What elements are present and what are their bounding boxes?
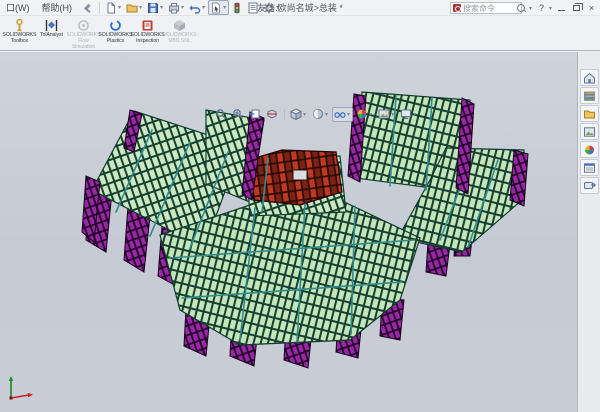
- addin-flow-simulation-button[interactable]: SOLIDWORKS Flow Simulation: [68, 19, 99, 50]
- solidworks-window: 口(W) 帮助(H) ▾ ▾ ▾ ▾ ▾ ▾ ▾: [0, 0, 600, 412]
- new-button[interactable]: ▾: [103, 0, 124, 15]
- monitor-icon: [400, 108, 412, 120]
- display-style-button[interactable]: ▾: [310, 107, 331, 122]
- folder-icon: [583, 108, 596, 120]
- appearance-ball-icon: [356, 108, 368, 120]
- inspection-icon: [141, 19, 154, 32]
- tab-design-library[interactable]: [580, 87, 599, 104]
- open-folder-icon: [126, 2, 138, 14]
- minimize-icon: [558, 10, 565, 12]
- new-document-icon: [105, 2, 117, 14]
- save-button[interactable]: ▾: [145, 0, 166, 15]
- search-box[interactable]: [450, 2, 522, 14]
- restore-icon: [573, 5, 580, 11]
- rebuild-button[interactable]: [229, 0, 245, 15]
- undo-button[interactable]: ▾: [187, 0, 208, 15]
- print-icon: [168, 2, 180, 14]
- view-orientation-button[interactable]: ▾: [288, 107, 309, 122]
- toolbox-icon: [13, 19, 26, 32]
- addin-plastics-button[interactable]: SOLIDWORKS Plastics: [100, 19, 131, 50]
- tab-solidworks-forum[interactable]: [580, 177, 599, 194]
- help-button[interactable]: ?: [535, 2, 548, 15]
- custom-properties-icon: [583, 162, 596, 174]
- glasses-icon: [334, 108, 346, 120]
- apply-scene-button[interactable]: ▾: [376, 107, 397, 122]
- library-books-icon: [583, 90, 596, 102]
- solidworks-badge-icon: [453, 4, 461, 12]
- minimize-button[interactable]: [555, 2, 568, 15]
- scene-icon: [378, 108, 390, 120]
- tab-file-explorer[interactable]: [580, 105, 599, 122]
- tab-view-palette[interactable]: [580, 123, 599, 140]
- view-settings-button[interactable]: ▾: [398, 107, 419, 122]
- tab-solidworks-resources[interactable]: [580, 69, 599, 86]
- undo-icon: [189, 2, 201, 14]
- plastics-icon: [109, 19, 122, 32]
- menu-window[interactable]: 口(W): [0, 0, 36, 16]
- forum-share-icon: [583, 180, 596, 192]
- tab-appearances-scenes[interactable]: [580, 141, 599, 158]
- graphics-area[interactable]: ▾ ▾ ▾ ▾ ▾ ▾: [0, 52, 600, 412]
- toolbar-separator: [99, 2, 100, 14]
- section-view-icon: [266, 108, 278, 120]
- task-pane: [577, 52, 600, 412]
- save-icon: [147, 2, 159, 14]
- mbd-snl-icon: [173, 19, 186, 32]
- search-input[interactable]: [463, 4, 519, 13]
- menu-help[interactable]: 帮助(H): [36, 0, 79, 16]
- previous-view-button[interactable]: [247, 107, 263, 122]
- addin-inspection-button[interactable]: SOLIDWORKS Inspection: [132, 19, 163, 50]
- display-style-icon: [312, 108, 324, 120]
- select-cursor-icon: [210, 2, 222, 14]
- edit-appearance-button[interactable]: ▾: [354, 107, 375, 122]
- search-options-button[interactable]: [515, 2, 528, 15]
- flow-simulation-icon: [77, 19, 90, 32]
- traffic-light-icon: [231, 2, 243, 14]
- file-properties-icon: [247, 2, 259, 14]
- zoom-to-area-icon: [232, 108, 244, 120]
- title-bar: 口(W) 帮助(H) ▾ ▾ ▾ ▾ ▾ ▾ ▾: [0, 0, 600, 16]
- appearances-ball-icon: [583, 144, 596, 156]
- options-button[interactable]: ▾: [261, 0, 282, 15]
- previous-view-icon: [249, 108, 261, 120]
- zoom-to-fit-button[interactable]: [213, 107, 229, 122]
- zoom-to-area-button[interactable]: [230, 107, 246, 122]
- close-button[interactable]: ×: [585, 2, 598, 15]
- restore-button[interactable]: [570, 2, 583, 15]
- tab-custom-properties[interactable]: [580, 159, 599, 176]
- magnifier-icon: [517, 4, 526, 13]
- addin-tolanalyst-button[interactable]: TolAnalyst: [36, 19, 67, 50]
- addin-mbd-snl-button[interactable]: SOLIDWORKS MBD SNL: [164, 19, 195, 50]
- view-palette-icon: [583, 126, 596, 138]
- view-cube-icon: [290, 108, 302, 120]
- origin-triad: [5, 374, 37, 404]
- addins-toolbar: SOLIDWORKS Toolbox TolAnalyst SOLIDWORKS…: [0, 17, 600, 51]
- addin-toolbox-button[interactable]: SOLIDWORKS Toolbox: [4, 19, 35, 50]
- open-button[interactable]: ▾: [124, 0, 145, 15]
- print-button[interactable]: ▾: [166, 0, 187, 15]
- headsup-view-toolbar: ▾ ▾ ▾ ▾ ▾ ▾: [213, 106, 420, 122]
- hide-show-items-button[interactable]: ▾: [332, 107, 353, 122]
- red-formwork-zone: [248, 150, 342, 205]
- select-button[interactable]: ▾: [208, 0, 229, 15]
- zoom-to-fit-icon: [215, 108, 227, 120]
- gear-icon: [263, 2, 275, 14]
- section-view-button[interactable]: [264, 107, 280, 122]
- home-icon: [583, 72, 596, 84]
- file-properties-button[interactable]: [245, 0, 261, 15]
- tolanalyst-icon: [45, 19, 58, 32]
- pin-menu-icon[interactable]: [82, 3, 92, 13]
